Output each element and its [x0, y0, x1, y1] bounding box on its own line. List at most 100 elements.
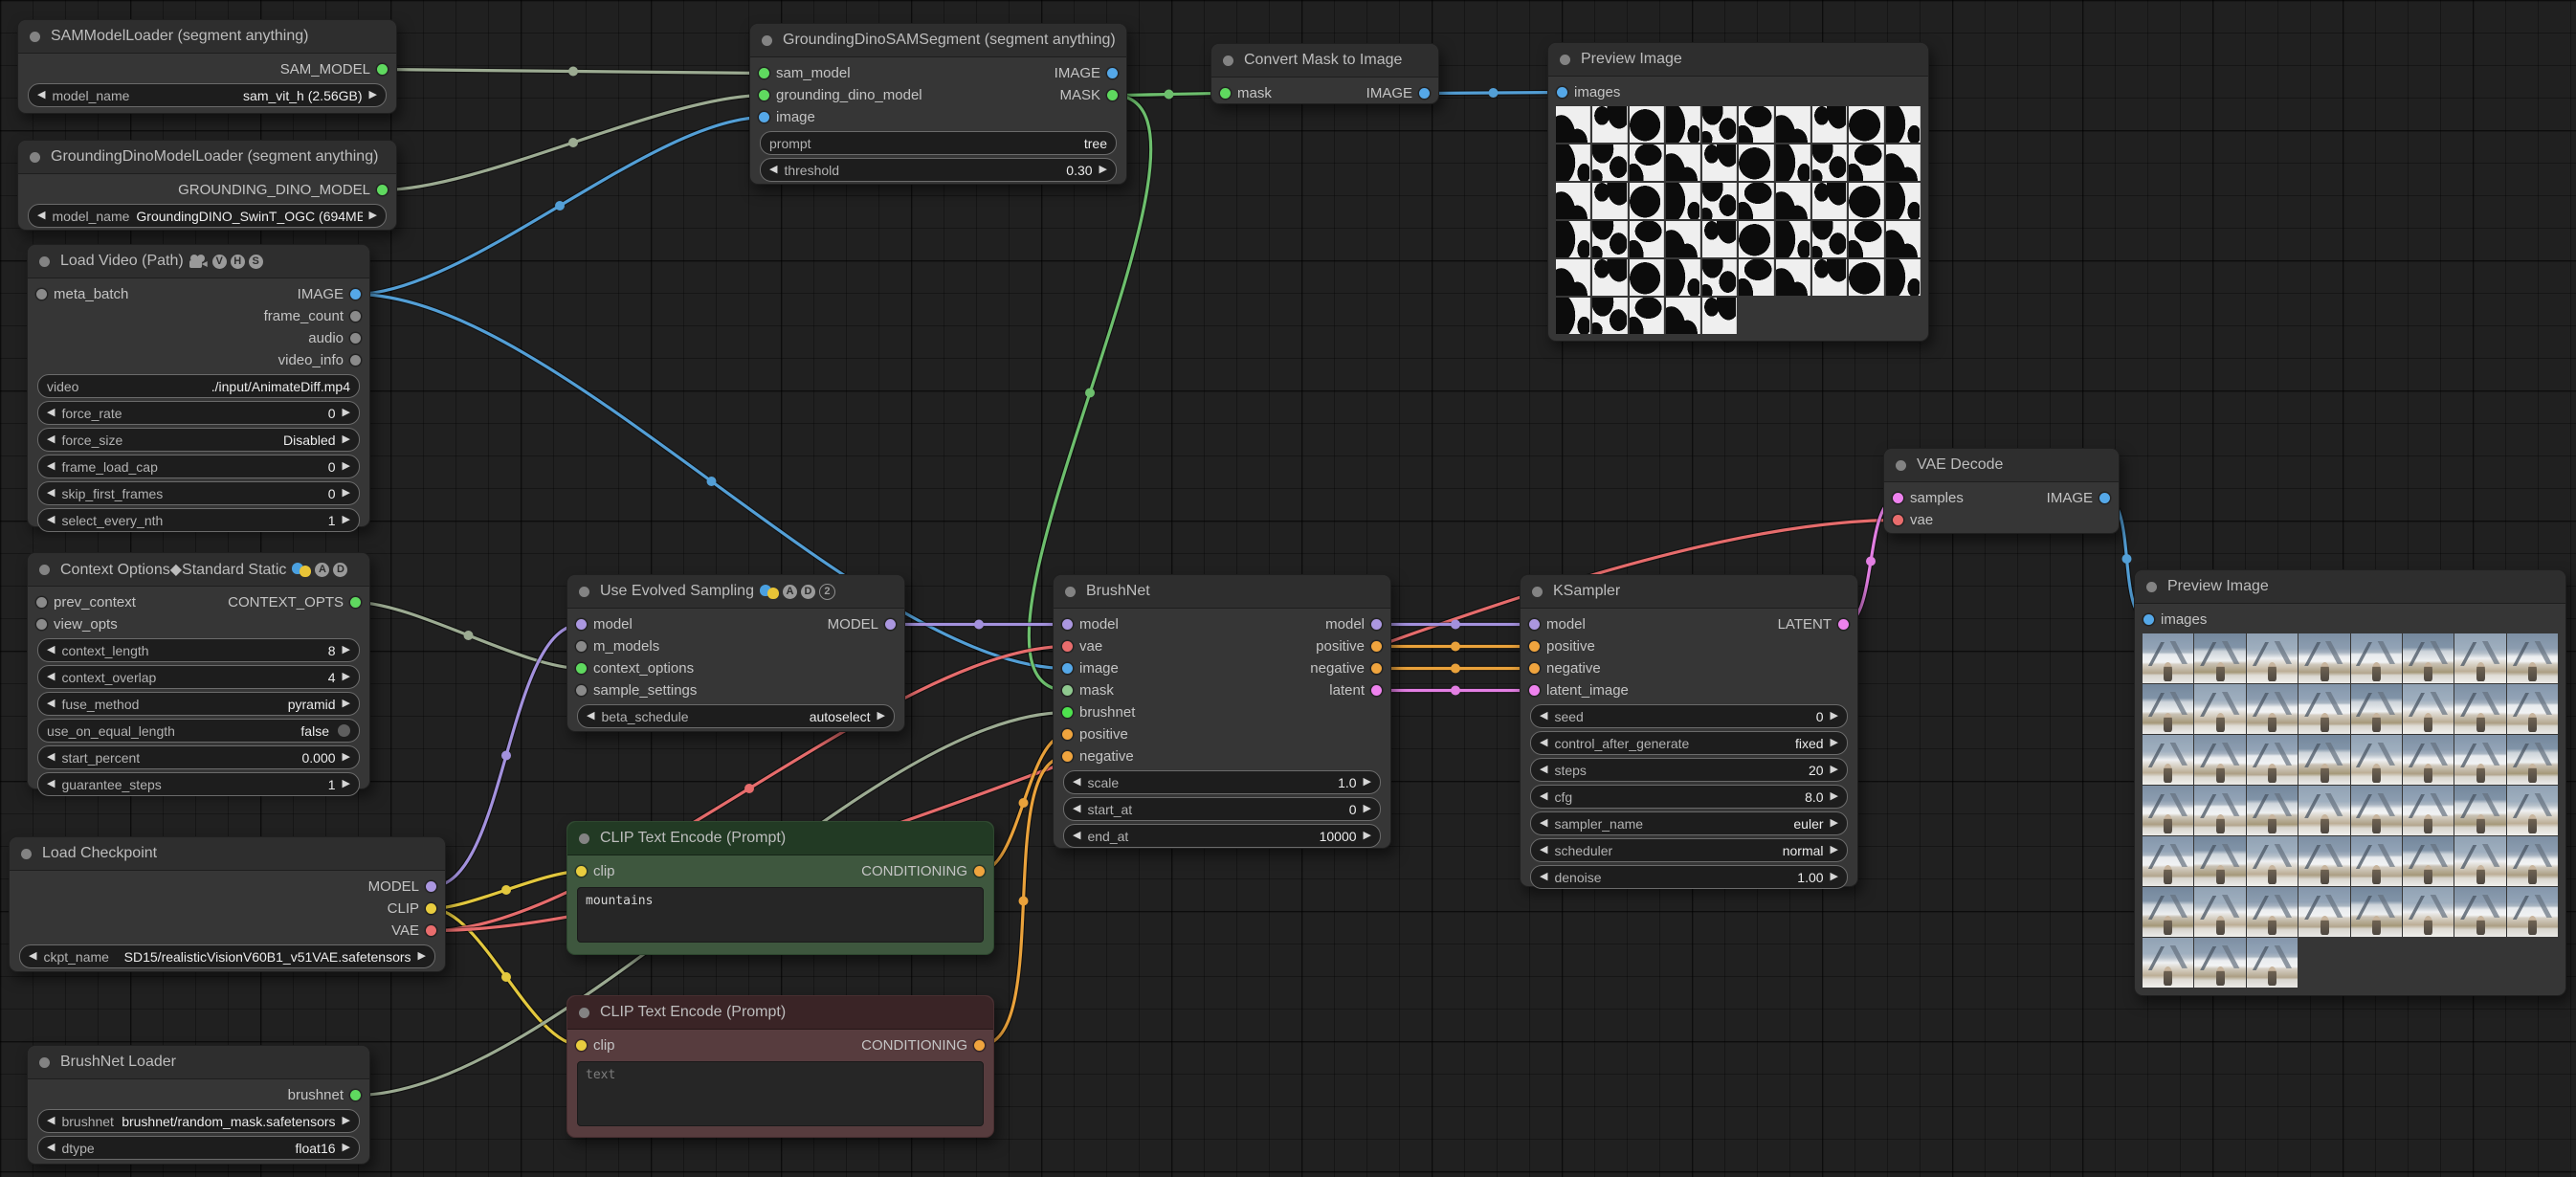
increment-arrow-icon[interactable]: ▶: [343, 672, 350, 682]
grounding_dino_model-input-port[interactable]: [759, 90, 769, 100]
node-use_evolved[interactable]: Use Evolved SamplingAD2modelMODELm_model…: [566, 574, 905, 732]
collapse-toggle-icon[interactable]: [1532, 587, 1543, 597]
decrement-arrow-icon[interactable]: ◀: [37, 90, 45, 100]
node-title-bar[interactable]: Preview Image: [1548, 43, 1928, 77]
decrement-arrow-icon[interactable]: ◀: [37, 211, 45, 221]
decrement-arrow-icon[interactable]: ◀: [47, 752, 55, 763]
denoise-widget[interactable]: ◀denoise1.00▶: [1530, 865, 1848, 889]
image-input-port[interactable]: [1062, 663, 1073, 674]
scale-widget[interactable]: ◀scale1.0▶: [1063, 770, 1381, 794]
increment-arrow-icon[interactable]: ▶: [343, 408, 350, 418]
decrement-arrow-icon[interactable]: ◀: [47, 515, 55, 525]
decrement-arrow-icon[interactable]: ◀: [29, 951, 36, 962]
prev_context-input-port[interactable]: [36, 597, 47, 608]
increment-arrow-icon[interactable]: ▶: [1364, 804, 1371, 814]
node-load_video[interactable]: Load Video (Path)VHSmeta_batchIMAGEframe…: [27, 244, 370, 527]
model-input-port[interactable]: [1529, 619, 1540, 630]
latent_image-input-port[interactable]: [1529, 685, 1540, 696]
node-title-bar[interactable]: CLIP Text Encode (Prompt): [567, 822, 993, 855]
threshold-widget[interactable]: ◀threshold0.30▶: [760, 158, 1117, 182]
force_size-widget[interactable]: ◀force_sizeDisabled▶: [37, 428, 360, 452]
node-title-bar[interactable]: Load Checkpoint: [10, 837, 445, 871]
audio-output-port[interactable]: [350, 333, 361, 344]
decrement-arrow-icon[interactable]: ◀: [47, 488, 55, 499]
link-midpoint-dot[interactable]: [464, 631, 474, 640]
decrement-arrow-icon[interactable]: ◀: [1073, 831, 1080, 841]
node-load_checkpoint[interactable]: Load CheckpointMODELCLIPVAE◀ckpt_nameSD1…: [9, 836, 446, 972]
decrement-arrow-icon[interactable]: ◀: [1540, 791, 1547, 802]
latent-output-port[interactable]: [1371, 685, 1382, 696]
node-title-bar[interactable]: GroundingDinoSAMSegment (segment anythin…: [750, 24, 1126, 57]
MASK-output-port[interactable]: [1107, 90, 1118, 100]
IMAGE-output-port[interactable]: [2099, 493, 2110, 503]
decrement-arrow-icon[interactable]: ◀: [1540, 845, 1547, 855]
start_at-widget[interactable]: ◀start_at0▶: [1063, 797, 1381, 821]
cfg-widget[interactable]: ◀cfg8.0▶: [1530, 785, 1848, 809]
negative-output-port[interactable]: [1371, 663, 1382, 674]
collapse-toggle-icon[interactable]: [579, 1008, 589, 1018]
node-brushnet[interactable]: BrushNetmodelmodelvaepositiveimagenegati…: [1053, 574, 1391, 849]
decrement-arrow-icon[interactable]: ◀: [47, 779, 55, 789]
link-midpoint-dot[interactable]: [1165, 90, 1174, 100]
node-dino_loader[interactable]: GroundingDinoModelLoader (segment anythi…: [17, 140, 397, 231]
increment-arrow-icon[interactable]: ▶: [1831, 791, 1838, 802]
node-context_options[interactable]: Context Options◆Standard StaticADprev_co…: [27, 552, 370, 789]
link-midpoint-dot[interactable]: [1019, 798, 1029, 808]
decrement-arrow-icon[interactable]: ◀: [47, 1143, 55, 1153]
decrement-arrow-icon[interactable]: ◀: [47, 408, 55, 418]
sampler_name-widget[interactable]: ◀sampler_nameeuler▶: [1530, 811, 1848, 835]
increment-arrow-icon[interactable]: ▶: [1831, 738, 1838, 748]
decrement-arrow-icon[interactable]: ◀: [47, 645, 55, 655]
seed-widget[interactable]: ◀seed0▶: [1530, 704, 1848, 728]
decrement-arrow-icon[interactable]: ◀: [47, 434, 55, 445]
vae-input-port[interactable]: [1062, 641, 1073, 652]
increment-arrow-icon[interactable]: ▶: [418, 951, 426, 962]
link-midpoint-dot[interactable]: [1019, 897, 1029, 906]
collapse-toggle-icon[interactable]: [30, 152, 40, 163]
brushnet-widget[interactable]: ◀brushnetbrushnet/random_mask.safetensor…: [37, 1109, 360, 1133]
node-title-bar[interactable]: Load Video (Path)VHS: [28, 245, 369, 278]
node-title-bar[interactable]: Convert Mask to Image: [1211, 44, 1438, 78]
node-title-bar[interactable]: SAMModelLoader (segment anything): [18, 20, 396, 54]
node-title-bar[interactable]: GroundingDinoModelLoader (segment anythi…: [18, 141, 396, 174]
collapse-toggle-icon[interactable]: [1896, 460, 1906, 471]
decrement-arrow-icon[interactable]: ◀: [47, 1116, 55, 1126]
clip-input-port[interactable]: [576, 866, 587, 877]
node-title-bar[interactable]: Preview Image: [2135, 570, 2565, 604]
increment-arrow-icon[interactable]: ▶: [369, 90, 377, 100]
link-midpoint-dot[interactable]: [501, 885, 511, 895]
toggle-knob[interactable]: [338, 724, 350, 737]
VAE-output-port[interactable]: [426, 925, 436, 936]
SAM_MODEL-output-port[interactable]: [377, 64, 388, 75]
link-midpoint-dot[interactable]: [568, 67, 578, 77]
node-title-bar[interactable]: BrushNet: [1054, 575, 1390, 609]
node-preview_top[interactable]: Preview Imageimages: [1547, 42, 1929, 342]
CONDITIONING-output-port[interactable]: [974, 1040, 985, 1051]
increment-arrow-icon[interactable]: ▶: [343, 779, 350, 789]
collapse-toggle-icon[interactable]: [579, 587, 589, 597]
images-input-port[interactable]: [1557, 87, 1567, 98]
mask-input-port[interactable]: [1220, 88, 1231, 99]
end_at-widget[interactable]: ◀end_at10000▶: [1063, 824, 1381, 848]
link-midpoint-dot[interactable]: [707, 477, 717, 486]
view_opts-input-port[interactable]: [36, 619, 47, 630]
collapse-toggle-icon[interactable]: [39, 565, 50, 575]
collapse-toggle-icon[interactable]: [39, 256, 50, 267]
link-midpoint-dot[interactable]: [1866, 557, 1876, 566]
collapse-toggle-icon[interactable]: [1223, 56, 1233, 66]
collapse-toggle-icon[interactable]: [30, 32, 40, 42]
decrement-arrow-icon[interactable]: ◀: [1073, 777, 1080, 788]
link-midpoint-dot[interactable]: [2122, 554, 2132, 564]
image-input-port[interactable]: [759, 112, 769, 122]
link-midpoint-dot[interactable]: [501, 751, 511, 761]
decrement-arrow-icon[interactable]: ◀: [47, 461, 55, 472]
fuse_method-widget[interactable]: ◀fuse_methodpyramid▶: [37, 692, 360, 716]
increment-arrow-icon[interactable]: ▶: [343, 434, 350, 445]
node-title-bar[interactable]: VAE Decode: [1884, 449, 2119, 482]
steps-widget[interactable]: ◀steps20▶: [1530, 758, 1848, 782]
meta_batch-input-port[interactable]: [36, 289, 47, 300]
clip-input-port[interactable]: [576, 1040, 587, 1051]
IMAGE-output-port[interactable]: [1419, 88, 1430, 99]
increment-arrow-icon[interactable]: ▶: [369, 211, 377, 221]
collapse-toggle-icon[interactable]: [21, 849, 32, 859]
